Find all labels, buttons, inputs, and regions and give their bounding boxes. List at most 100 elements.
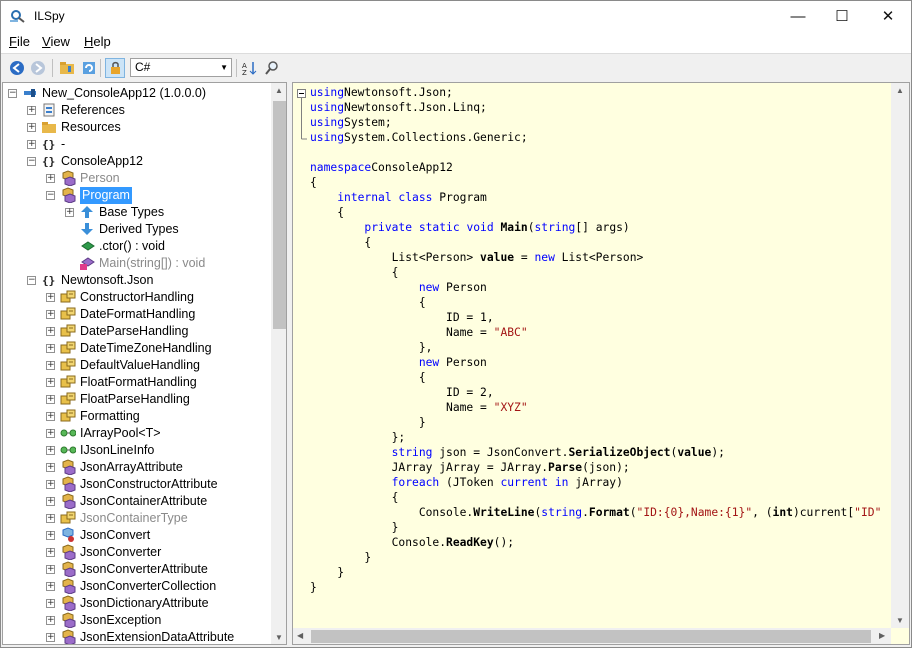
tree-node[interactable]: + Person [3,170,269,187]
expand-icon[interactable]: + [46,293,55,302]
tree-node-label[interactable]: Program [80,187,132,204]
collapse-icon[interactable]: − [8,89,17,98]
expand-icon[interactable]: + [46,395,55,404]
tree-node-label[interactable]: JsonConstructorAttribute [80,476,218,493]
search-icon[interactable] [262,58,282,78]
code-vertical-scrollbar[interactable]: ▲ ▼ [891,83,909,628]
tree-node[interactable]: + JsonConverter [3,544,269,561]
tree-node[interactable]: + JsonConstructorAttribute [3,476,269,493]
tree-node[interactable]: Main(string[]) : void [3,255,269,272]
tree-node-label[interactable]: Resources [61,119,121,136]
tree-node[interactable]: + FloatFormatHandling [3,374,269,391]
scroll-down-icon[interactable]: ▼ [275,633,283,642]
tree-node-label[interactable]: JsonExtensionDataAttribute [80,629,234,644]
expand-icon[interactable]: + [46,378,55,387]
tree-node-label[interactable]: IJsonLineInfo [80,442,154,459]
tree-node-label[interactable]: DateTimeZoneHandling [80,340,212,357]
tree-node[interactable]: + Formatting [3,408,269,425]
using-fold-marker[interactable] [297,89,307,141]
expand-icon[interactable]: + [46,514,55,523]
tree-node-label[interactable]: Main(string[]) : void [99,255,205,272]
expand-icon[interactable]: + [46,174,55,183]
expand-icon[interactable]: + [46,412,55,421]
expand-icon[interactable]: + [65,208,74,217]
tree-node[interactable]: + JsonContainerAttribute [3,493,269,510]
menu-view[interactable]: View [42,34,70,49]
tree-node-label[interactable]: IArrayPool<T> [80,425,161,442]
tree-vertical-scrollbar[interactable]: ▲ ▼ [271,83,286,644]
tree-node[interactable]: .ctor() : void [3,238,269,255]
forward-icon[interactable] [28,58,48,78]
scroll-right-icon[interactable]: ▶ [879,631,885,640]
collapse-icon[interactable]: − [27,157,36,166]
expand-icon[interactable]: + [46,310,55,319]
back-icon[interactable] [7,58,27,78]
open-icon[interactable] [57,58,77,78]
tree-node[interactable]: + Base Types [3,204,269,221]
tree-node[interactable]: + JsonConvert [3,527,269,544]
tree-node[interactable]: + IJsonLineInfo [3,442,269,459]
expand-icon[interactable]: + [46,344,55,353]
menu-file[interactable]: File [9,34,30,49]
tree-node[interactable]: + IArrayPool<T> [3,425,269,442]
tree-node-label[interactable]: DateParseHandling [80,323,188,340]
tree-node[interactable]: + JsonException [3,612,269,629]
tree-node[interactable]: + JsonConverterAttribute [3,561,269,578]
tree-node-label[interactable]: JsonConverterAttribute [80,561,208,578]
tree-node[interactable]: Derived Types [3,221,269,238]
collapse-icon[interactable]: − [27,276,36,285]
expand-icon[interactable]: + [46,327,55,336]
expand-icon[interactable]: + [27,106,36,115]
tree-node[interactable]: −{} ConsoleApp12 [3,153,269,170]
minimize-button[interactable]: — [775,1,821,31]
expand-icon[interactable]: + [46,565,55,574]
tree-node[interactable]: + ConstructorHandling [3,289,269,306]
expand-icon[interactable]: + [46,616,55,625]
tree-node[interactable]: + Resources [3,119,269,136]
tree-node[interactable]: + JsonExtensionDataAttribute [3,629,269,644]
scroll-left-icon[interactable]: ◀ [297,631,303,640]
tree-node[interactable]: + DateParseHandling [3,323,269,340]
expand-icon[interactable]: + [46,361,55,370]
tree-node[interactable]: + JsonConverterCollection [3,578,269,595]
expand-icon[interactable]: + [46,429,55,438]
tree-node-label[interactable]: ConsoleApp12 [61,153,143,170]
scroll-down-icon[interactable]: ▼ [896,616,904,625]
tree-node[interactable]: + JsonContainerType [3,510,269,527]
show-internal-icon[interactable] [105,58,125,78]
code-hscroll-thumb[interactable] [311,630,871,643]
tree-node-label[interactable]: DateFormatHandling [80,306,195,323]
expand-icon[interactable]: + [46,463,55,472]
tree-node-label[interactable]: FloatParseHandling [80,391,190,408]
tree-node-label[interactable]: JsonConverter [80,544,161,561]
tree-node[interactable]: + JsonArrayAttribute [3,459,269,476]
expand-icon[interactable]: + [46,599,55,608]
tree-node-label[interactable]: FloatFormatHandling [80,374,197,391]
language-select[interactable]: C# ▼ [130,58,232,77]
tree-node-label[interactable]: JsonConvert [80,527,150,544]
tree-node-label[interactable]: Person [80,170,120,187]
expand-icon[interactable]: + [46,480,55,489]
expand-icon[interactable]: + [46,548,55,557]
tree-node-label[interactable]: Newtonsoft.Json [61,272,153,289]
scroll-up-icon[interactable]: ▲ [275,86,283,95]
tree-node[interactable]: + References [3,102,269,119]
tree-node[interactable]: + JsonDictionaryAttribute [3,595,269,612]
tree-node-label[interactable]: JsonConverterCollection [80,578,216,595]
tree-node[interactable]: −{} Newtonsoft.Json [3,272,269,289]
tree-node[interactable]: + {} - [3,136,269,153]
tree-node-label[interactable]: Formatting [80,408,140,425]
scroll-up-icon[interactable]: ▲ [896,86,904,95]
tree-node-label[interactable]: JsonContainerType [80,510,188,527]
tree-node-label[interactable]: Base Types [99,204,164,221]
expand-icon[interactable]: + [46,497,55,506]
tree-node-label[interactable]: JsonArrayAttribute [80,459,183,476]
tree-node-label[interactable]: JsonDictionaryAttribute [80,595,209,612]
expand-icon[interactable]: + [46,582,55,591]
expand-icon[interactable]: + [46,446,55,455]
tree-node-label[interactable]: JsonContainerAttribute [80,493,207,510]
tree-node-label[interactable]: ConstructorHandling [80,289,194,306]
code-horizontal-scrollbar[interactable]: ◀ ▶ [293,628,891,644]
assembly-tree[interactable]: + JsonExtensionDataAttribute + JsonExceptio… [2,82,287,645]
tree-node-label[interactable]: Derived Types [99,221,179,238]
